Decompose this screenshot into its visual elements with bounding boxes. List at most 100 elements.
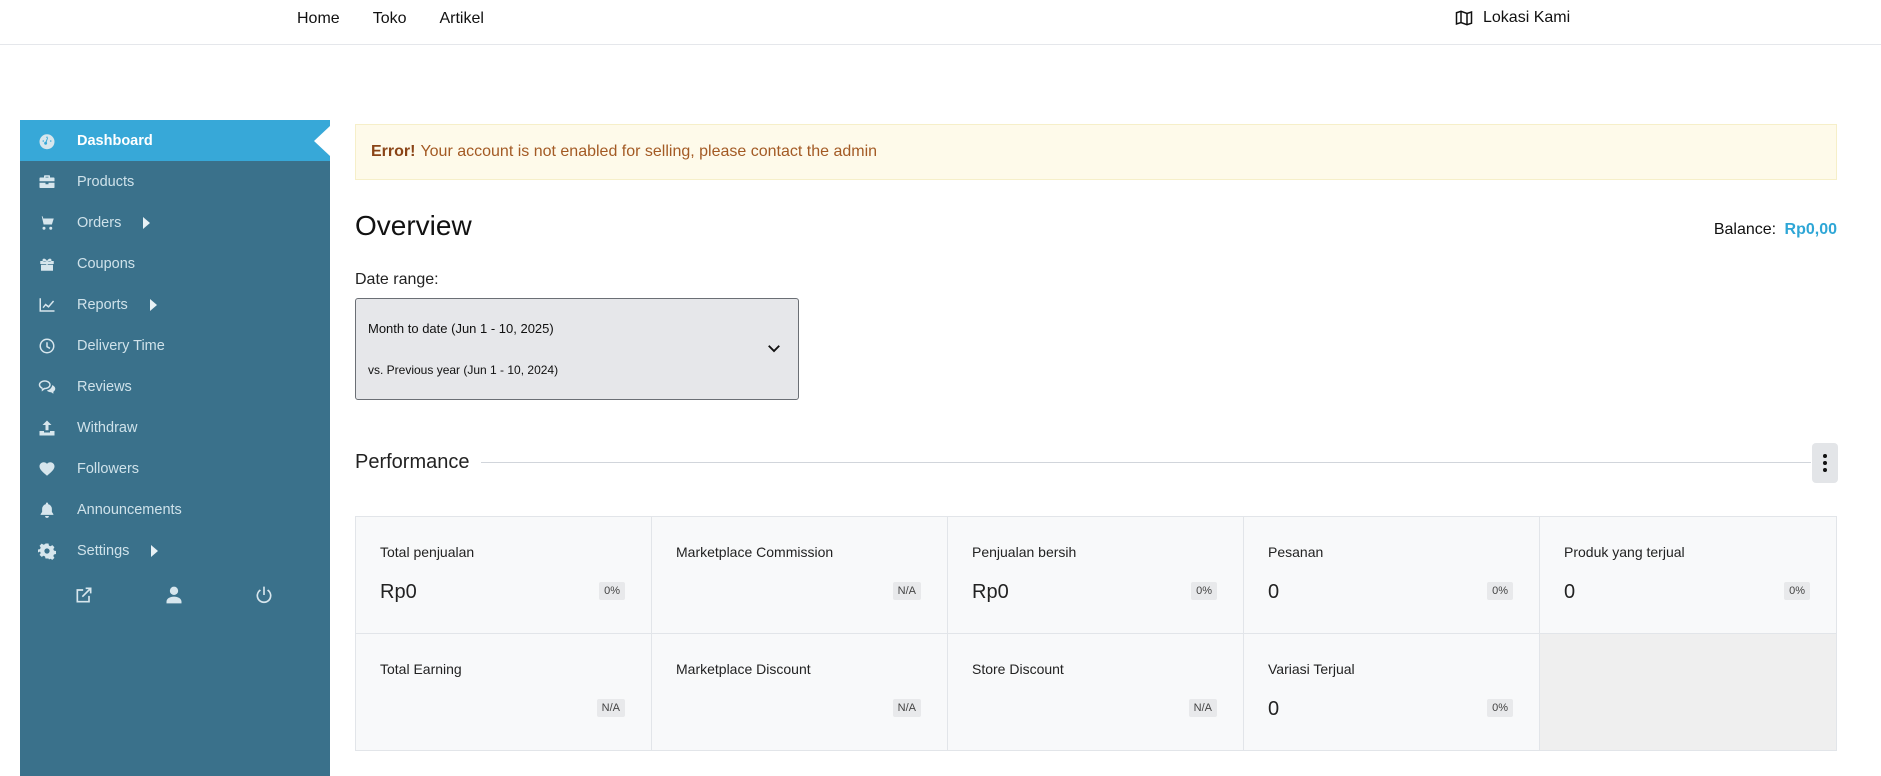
performance-card-empty bbox=[1540, 634, 1836, 751]
kebab-dot bbox=[1823, 468, 1827, 472]
card-delta: N/A bbox=[892, 582, 921, 600]
nav-home-link[interactable]: Home bbox=[297, 10, 340, 28]
card-delta: 0% bbox=[1487, 582, 1513, 600]
card-delta: 0% bbox=[1487, 699, 1513, 717]
card-value: Rp0 bbox=[972, 581, 1009, 603]
date-range-picker[interactable]: Month to date (Jun 1 - 10, 2025) vs. Pre… bbox=[355, 298, 799, 400]
alert-strong: Error! bbox=[371, 143, 416, 160]
upload-icon bbox=[37, 418, 57, 438]
sidebar-item-settings[interactable]: Settings bbox=[20, 530, 330, 571]
date-range-label: Date range: bbox=[355, 271, 439, 288]
card-label: Variasi Terjual bbox=[1268, 661, 1355, 677]
performance-card-marketplace-discount[interactable]: Marketplace Discount N/A bbox=[652, 634, 948, 751]
card-delta: N/A bbox=[1188, 699, 1217, 717]
card-value: 0 bbox=[1268, 698, 1280, 720]
location-link[interactable]: Lokasi Kami bbox=[1455, 9, 1570, 27]
sidebar-item-dashboard[interactable]: Dashboard bbox=[20, 120, 330, 161]
card-delta: N/A bbox=[892, 699, 921, 717]
card-delta: 0% bbox=[1784, 582, 1810, 600]
card-label: Total Earning bbox=[380, 661, 462, 677]
card-value: 0 bbox=[1268, 581, 1280, 603]
sidebar-item-reviews[interactable]: Reviews bbox=[20, 366, 330, 407]
card-label: Penjualan bersih bbox=[972, 544, 1077, 560]
sidebar-item-label: Coupons bbox=[77, 255, 136, 272]
sidebar-item-label: Settings bbox=[77, 542, 130, 559]
map-icon bbox=[1455, 10, 1473, 26]
performance-grid: Total penjualan Rp0 0% Marketplace Commi… bbox=[355, 516, 1837, 751]
performance-title: Performance bbox=[355, 451, 470, 473]
power-icon[interactable] bbox=[254, 585, 276, 607]
performance-card-pesanan[interactable]: Pesanan 0 0% bbox=[1244, 517, 1540, 634]
date-range-primary: Month to date (Jun 1 - 10, 2025) bbox=[368, 321, 554, 336]
gear-icon bbox=[37, 541, 57, 561]
sidebar-item-label: Reviews bbox=[77, 378, 132, 395]
performance-card-total-penjualan[interactable]: Total penjualan Rp0 0% bbox=[356, 517, 652, 634]
kebab-dot bbox=[1823, 461, 1827, 465]
performance-card-marketplace-commission[interactable]: Marketplace Commission N/A bbox=[652, 517, 948, 634]
date-range-compare: vs. Previous year (Jun 1 - 10, 2024) bbox=[368, 363, 559, 377]
nav-artikel-link[interactable]: Artikel bbox=[439, 10, 483, 28]
sidebar-item-orders[interactable]: Orders bbox=[20, 202, 330, 243]
performance-card-penjualan-bersih[interactable]: Penjualan bersih Rp0 0% bbox=[948, 517, 1244, 634]
card-label: Store Discount bbox=[972, 661, 1064, 677]
performance-card-produk-terjual[interactable]: Produk yang terjual 0 0% bbox=[1540, 517, 1836, 634]
sidebar-item-label: Announcements bbox=[77, 501, 182, 518]
sidebar-item-withdraw[interactable]: Withdraw bbox=[20, 407, 330, 448]
balance-value: Rp0,00 bbox=[1784, 221, 1837, 238]
performance-card-variasi-terjual[interactable]: Variasi Terjual 0 0% bbox=[1244, 634, 1540, 751]
caret-right-icon bbox=[151, 544, 159, 557]
sidebar-item-reports[interactable]: Reports bbox=[20, 284, 330, 325]
sidebar-item-label: Withdraw bbox=[77, 419, 138, 436]
performance-card-total-earning[interactable]: Total Earning N/A bbox=[356, 634, 652, 751]
top-navbar: Home Toko Artikel Lokasi Kami bbox=[0, 0, 1881, 45]
heart-icon bbox=[37, 459, 57, 479]
sidebar-item-products[interactable]: Products bbox=[20, 161, 330, 202]
divider bbox=[481, 462, 1811, 463]
caret-right-icon bbox=[149, 298, 157, 311]
comments-icon bbox=[37, 377, 57, 397]
card-label: Pesanan bbox=[1268, 544, 1324, 560]
cart-icon bbox=[37, 213, 57, 233]
sidebar-item-followers[interactable]: Followers bbox=[20, 448, 330, 489]
card-label: Produk yang terjual bbox=[1564, 544, 1685, 560]
balance-label: Balance: bbox=[1713, 221, 1777, 238]
page-title: Overview bbox=[355, 210, 472, 241]
bell-icon bbox=[37, 500, 57, 520]
sidebar-tools bbox=[20, 571, 330, 607]
gift-icon bbox=[37, 254, 57, 274]
card-value: 0 bbox=[1564, 581, 1576, 603]
error-alert: Error! Your account is not enabled for s… bbox=[355, 124, 1837, 180]
top-nav: Home Toko Artikel bbox=[297, 10, 484, 28]
external-link-icon[interactable] bbox=[74, 585, 96, 607]
card-label: Marketplace Discount bbox=[676, 661, 811, 677]
chart-line-icon bbox=[37, 295, 57, 315]
card-label: Marketplace Commission bbox=[676, 544, 834, 560]
clock-icon bbox=[37, 336, 57, 356]
sidebar-item-label: Reports bbox=[77, 296, 128, 313]
nav-toko-link[interactable]: Toko bbox=[373, 10, 407, 28]
sidebar-item-label: Products bbox=[77, 173, 135, 190]
vendor-sidebar: Dashboard Products Orders Coupons Report… bbox=[20, 120, 330, 776]
kebab-dot bbox=[1823, 454, 1827, 458]
card-value: Rp0 bbox=[380, 581, 417, 603]
card-delta: 0% bbox=[1191, 582, 1217, 600]
sidebar-item-label: Dashboard bbox=[77, 132, 153, 149]
chevron-down-icon bbox=[768, 345, 780, 353]
briefcase-icon bbox=[37, 172, 57, 192]
sidebar-item-label: Followers bbox=[77, 460, 140, 477]
location-label: Lokasi Kami bbox=[1483, 9, 1571, 26]
alert-text: Your account is not enabled for selling,… bbox=[420, 143, 878, 160]
sidebar-item-label: Orders bbox=[77, 214, 122, 231]
card-delta: 0% bbox=[599, 582, 625, 600]
user-icon[interactable] bbox=[164, 585, 186, 607]
performance-card-store-discount[interactable]: Store Discount N/A bbox=[948, 634, 1244, 751]
balance: Balance: Rp0,00 bbox=[1714, 221, 1837, 239]
sidebar-item-delivery-time[interactable]: Delivery Time bbox=[20, 325, 330, 366]
card-label: Total penjualan bbox=[380, 544, 475, 560]
sidebar-item-label: Delivery Time bbox=[77, 337, 165, 354]
dashboard-icon bbox=[37, 131, 57, 151]
sidebar-item-announcements[interactable]: Announcements bbox=[20, 489, 330, 530]
sidebar-item-coupons[interactable]: Coupons bbox=[20, 243, 330, 284]
performance-menu-button[interactable] bbox=[1812, 443, 1838, 483]
caret-right-icon bbox=[143, 216, 151, 229]
